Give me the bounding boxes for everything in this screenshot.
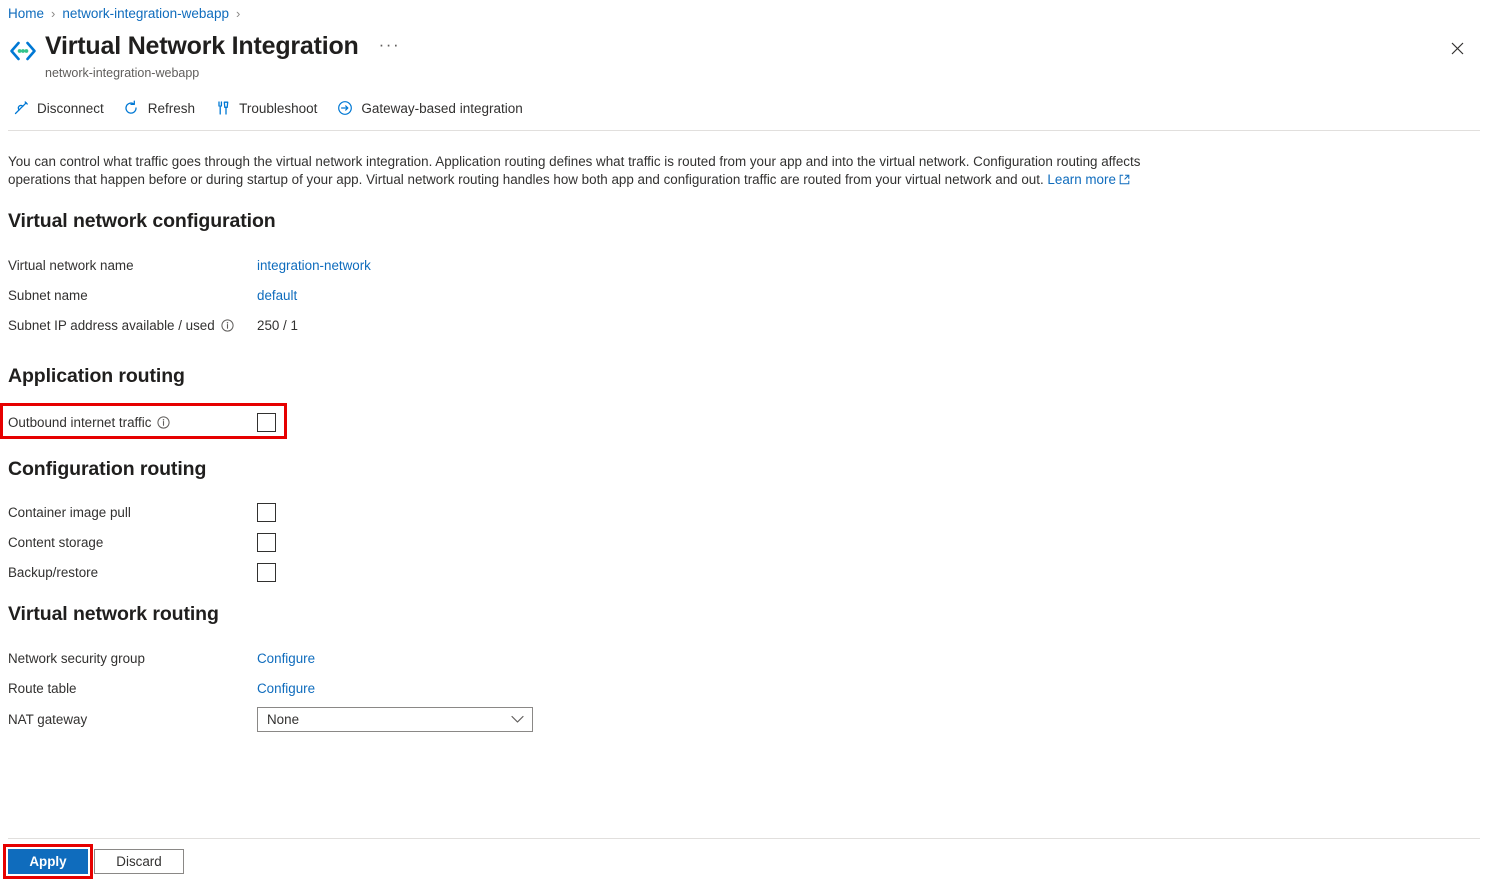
content-storage-checkbox[interactable] bbox=[257, 533, 276, 552]
row-label: NAT gateway bbox=[8, 712, 257, 727]
virtual-network-integration-logo bbox=[8, 36, 38, 66]
refresh-button[interactable]: Refresh bbox=[119, 95, 204, 121]
row-nat-gateway: NAT gateway bbox=[8, 708, 257, 730]
virtual-network-integration-blade: Home › network-integration-webapp › Virt… bbox=[0, 0, 1488, 883]
troubleshoot-icon bbox=[214, 100, 231, 117]
arrow-right-circle-icon bbox=[336, 100, 353, 117]
page-title: Virtual Network Integration bbox=[45, 30, 359, 62]
row-outbound-internet-traffic: Outbound internet traffic bbox=[8, 410, 276, 434]
learn-more-link[interactable]: Learn more bbox=[1047, 172, 1115, 187]
disconnect-icon bbox=[12, 100, 29, 117]
chevron-down-icon bbox=[511, 715, 524, 724]
virtual-network-name-link[interactable]: integration-network bbox=[257, 258, 371, 273]
breadcrumb-separator-icon: › bbox=[51, 6, 55, 21]
row-container-image-pull: Container image pull bbox=[8, 501, 276, 523]
external-link-icon bbox=[1119, 172, 1130, 190]
more-options-button[interactable]: ··· bbox=[379, 39, 400, 51]
title-block: Virtual Network Integration ··· network-… bbox=[8, 30, 400, 81]
close-icon bbox=[1451, 42, 1464, 55]
apply-button[interactable]: Apply bbox=[8, 849, 88, 874]
info-icon[interactable] bbox=[157, 416, 170, 429]
row-network-security-group: Network security group Configure bbox=[8, 647, 315, 669]
route-table-configure-link[interactable]: Configure bbox=[257, 681, 315, 696]
refresh-label: Refresh bbox=[148, 101, 195, 116]
command-bar-divider bbox=[8, 130, 1480, 131]
row-label: Outbound internet traffic bbox=[8, 415, 257, 430]
description-body: You can control what traffic goes throug… bbox=[8, 154, 1140, 187]
breadcrumb-item-home[interactable]: Home bbox=[8, 6, 44, 21]
footer-action-bar bbox=[0, 839, 1488, 883]
row-label: Network security group bbox=[8, 651, 257, 666]
container-image-pull-checkbox[interactable] bbox=[257, 503, 276, 522]
close-button[interactable] bbox=[1442, 33, 1472, 63]
section-title-vnet-routing: Virtual network routing bbox=[8, 603, 219, 626]
row-label: Content storage bbox=[8, 535, 257, 550]
section-title-application-routing: Application routing bbox=[8, 365, 185, 388]
disconnect-label: Disconnect bbox=[37, 101, 104, 116]
breadcrumb-separator-icon: › bbox=[236, 6, 240, 21]
page-subtitle: network-integration-webapp bbox=[45, 65, 400, 81]
row-label: Container image pull bbox=[8, 505, 257, 520]
gateway-based-integration-button[interactable]: Gateway-based integration bbox=[332, 95, 531, 121]
backup-restore-checkbox[interactable] bbox=[257, 563, 276, 582]
troubleshoot-button[interactable]: Troubleshoot bbox=[210, 95, 326, 121]
description-text: You can control what traffic goes throug… bbox=[8, 153, 1203, 189]
command-bar: Disconnect Refresh Troubl bbox=[8, 95, 538, 121]
section-title-vnet-configuration: Virtual network configuration bbox=[8, 210, 276, 233]
row-label-text: Outbound internet traffic bbox=[8, 415, 151, 430]
nat-gateway-select[interactable]: None bbox=[257, 707, 533, 732]
gateway-based-integration-label: Gateway-based integration bbox=[361, 101, 522, 116]
row-content-storage: Content storage bbox=[8, 531, 276, 553]
troubleshoot-label: Troubleshoot bbox=[239, 101, 317, 116]
subnet-name-link[interactable]: default bbox=[257, 288, 297, 303]
row-label: Virtual network name bbox=[8, 258, 257, 273]
breadcrumb: Home › network-integration-webapp › bbox=[8, 3, 247, 23]
row-route-table: Route table Configure bbox=[8, 677, 315, 699]
section-title-configuration-routing: Configuration routing bbox=[8, 458, 206, 481]
info-icon[interactable] bbox=[221, 319, 234, 332]
row-subnet-ip-address: Subnet IP address available / used 250 /… bbox=[8, 314, 298, 336]
network-security-group-configure-link[interactable]: Configure bbox=[257, 651, 315, 666]
row-subnet-name: Subnet name default bbox=[8, 284, 297, 306]
refresh-icon bbox=[123, 100, 140, 117]
row-label: Route table bbox=[8, 681, 257, 696]
row-label: Subnet name bbox=[8, 288, 257, 303]
row-label-text: Subnet IP address available / used bbox=[8, 318, 215, 333]
subnet-ip-value: 250 / 1 bbox=[257, 318, 298, 333]
outbound-internet-traffic-checkbox[interactable] bbox=[257, 413, 276, 432]
row-label: Backup/restore bbox=[8, 565, 257, 580]
breadcrumb-item-webapp[interactable]: network-integration-webapp bbox=[62, 6, 229, 21]
row-backup-restore: Backup/restore bbox=[8, 561, 276, 583]
row-virtual-network-name: Virtual network name integration-network bbox=[8, 254, 371, 276]
disconnect-button[interactable]: Disconnect bbox=[8, 95, 113, 121]
discard-button[interactable]: Discard bbox=[94, 849, 184, 874]
row-label: Subnet IP address available / used bbox=[8, 318, 257, 333]
nat-gateway-selected-value: None bbox=[267, 712, 299, 727]
